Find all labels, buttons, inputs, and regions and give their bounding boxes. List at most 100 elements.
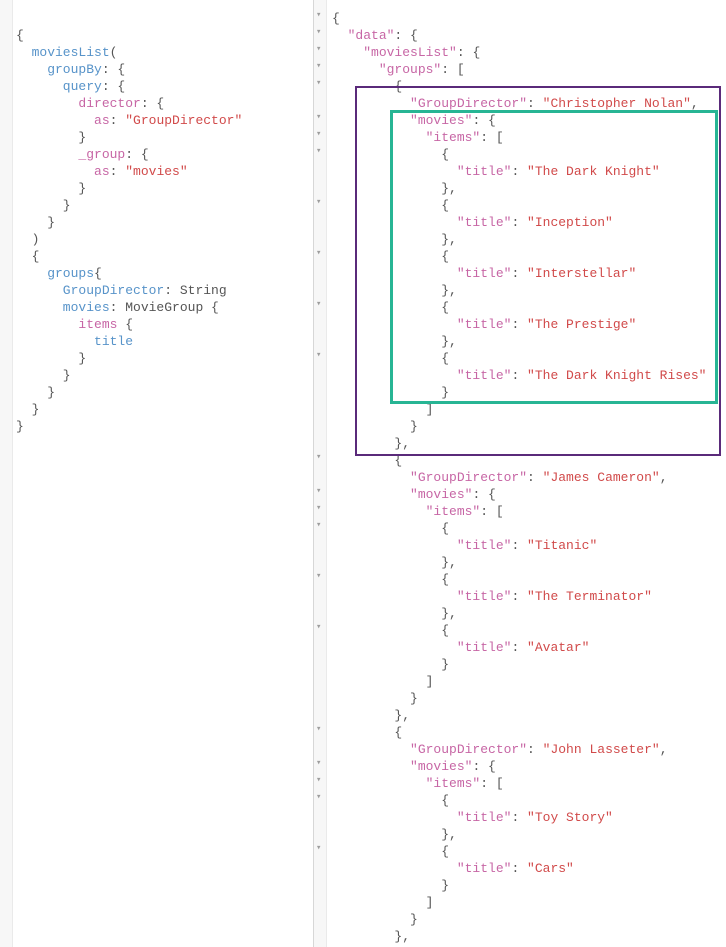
- title-value: "The Dark Knight": [527, 164, 660, 179]
- groupBy-arg: groupBy: [16, 62, 102, 77]
- key-title: "title": [457, 589, 512, 604]
- fold-icon[interactable]: ▾: [316, 45, 321, 54]
- as-key: as: [16, 113, 110, 128]
- fold-icon[interactable]: ▾: [316, 113, 321, 122]
- query-arg: query: [16, 79, 102, 94]
- title-value: "Toy Story": [527, 810, 613, 825]
- fold-icon[interactable]: ▾: [316, 521, 321, 530]
- punct: : {: [102, 62, 125, 77]
- gutter-right: ▾ ▾ ▾ ▾ ▾ ▾ ▾ ▾ ▾ ▾ ▾ ▾ ▾ ▾ ▾ ▾ ▾ ▾ ▾ ▾ …: [314, 0, 327, 947]
- fold-icon[interactable]: ▾: [316, 776, 321, 785]
- title-value: "Interstellar": [527, 266, 636, 281]
- fold-icon[interactable]: ▾: [316, 725, 321, 734]
- brace: }: [16, 351, 86, 366]
- movies-field: movies: [16, 300, 110, 315]
- fold-icon[interactable]: ▾: [316, 504, 321, 513]
- punct: : {: [141, 96, 164, 111]
- director-value: "James Cameron": [543, 470, 660, 485]
- group-key: _group: [16, 147, 125, 162]
- fold-icon[interactable]: ▾: [316, 62, 321, 71]
- as-value: "GroupDirector": [125, 113, 242, 128]
- split-editor: { moviesList( groupBy: { query: { direct…: [0, 0, 726, 947]
- fold-icon[interactable]: ▾: [316, 844, 321, 853]
- brace: }: [16, 181, 86, 196]
- key-items: "items": [426, 504, 481, 519]
- fold-icon[interactable]: ▾: [316, 453, 321, 462]
- result-pane[interactable]: ▾ ▾ ▾ ▾ ▾ ▾ ▾ ▾ ▾ ▾ ▾ ▾ ▾ ▾ ▾ ▾ ▾ ▾ ▾ ▾ …: [314, 0, 726, 947]
- result-code[interactable]: { "data": { "moviesList": { "groups": [ …: [332, 10, 706, 945]
- key-groupdirector: "GroupDirector": [410, 96, 527, 111]
- fold-icon[interactable]: ▾: [316, 487, 321, 496]
- fold-icon[interactable]: ▾: [316, 130, 321, 139]
- fold-icon[interactable]: ▾: [316, 198, 321, 207]
- brace: {: [94, 266, 102, 281]
- brace: }: [16, 402, 39, 417]
- as-value-2: "movies": [125, 164, 187, 179]
- fold-icon[interactable]: ▾: [316, 759, 321, 768]
- key-title: "title": [457, 810, 512, 825]
- key-items: "items": [426, 130, 481, 145]
- fold-icon[interactable]: ▾: [316, 351, 321, 360]
- key-movies: "movies": [410, 487, 472, 502]
- title-field: title: [16, 334, 133, 349]
- key-title: "title": [457, 861, 512, 876]
- key-title: "title": [457, 317, 512, 332]
- brace: }: [16, 198, 71, 213]
- punct: :: [110, 164, 126, 179]
- as-key-2: as: [16, 164, 110, 179]
- key-data: "data": [348, 28, 395, 43]
- query-pane[interactable]: { moviesList( groupBy: { query: { direct…: [0, 0, 314, 947]
- fold-icon[interactable]: ▾: [316, 572, 321, 581]
- groups-field: groups: [16, 266, 94, 281]
- title-value: "The Terminator": [527, 589, 652, 604]
- key-groupdirector: "GroupDirector": [410, 742, 527, 757]
- code-line: {: [16, 28, 24, 43]
- fold-icon[interactable]: ▾: [316, 249, 321, 258]
- key-title: "title": [457, 164, 512, 179]
- key-title: "title": [457, 215, 512, 230]
- moviegroup-type: : MovieGroup {: [110, 300, 219, 315]
- brace: }: [16, 385, 55, 400]
- key-title: "title": [457, 538, 512, 553]
- string-type: : String: [164, 283, 226, 298]
- fold-icon[interactable]: ▾: [316, 793, 321, 802]
- key-groups: "groups": [379, 62, 441, 77]
- fold-icon[interactable]: ▾: [316, 300, 321, 309]
- query-code[interactable]: { moviesList( groupBy: { query: { direct…: [16, 10, 242, 435]
- title-value: "Cars": [527, 861, 574, 876]
- fold-icon[interactable]: ▾: [316, 79, 321, 88]
- punct: : {: [125, 147, 148, 162]
- fold-icon[interactable]: ▾: [316, 11, 321, 20]
- punct: : {: [102, 79, 125, 94]
- brace: {: [117, 317, 133, 332]
- key-movies: "movies": [410, 759, 472, 774]
- title-value: "Inception": [527, 215, 613, 230]
- title-value: "The Prestige": [527, 317, 636, 332]
- punct: :: [110, 113, 126, 128]
- director-value: "John Lasseter": [543, 742, 660, 757]
- paren-close: ): [16, 232, 39, 247]
- director-key: director: [16, 96, 141, 111]
- title-value: "Titanic": [527, 538, 597, 553]
- gd-field: GroupDirector: [16, 283, 164, 298]
- key-groupdirector: "GroupDirector": [410, 470, 527, 485]
- fold-icon[interactable]: ▾: [316, 623, 321, 632]
- paren: (: [110, 45, 118, 60]
- key-title: "title": [457, 266, 512, 281]
- title-value: "The Dark Knight Rises": [527, 368, 706, 383]
- key-movieslist: "moviesList": [363, 45, 457, 60]
- title-value: "Avatar": [527, 640, 589, 655]
- brace: }: [16, 215, 55, 230]
- items-field: items: [16, 317, 117, 332]
- fold-icon[interactable]: ▾: [316, 28, 321, 37]
- moviesList-call: moviesList: [16, 45, 110, 60]
- fold-icon[interactable]: ▾: [316, 147, 321, 156]
- key-title: "title": [457, 368, 512, 383]
- brace: }: [16, 130, 86, 145]
- brace: {: [16, 249, 39, 264]
- key-title: "title": [457, 640, 512, 655]
- gutter-left: [0, 0, 13, 947]
- brace: }: [16, 368, 71, 383]
- key-movies: "movies": [410, 113, 472, 128]
- key-items: "items": [426, 776, 481, 791]
